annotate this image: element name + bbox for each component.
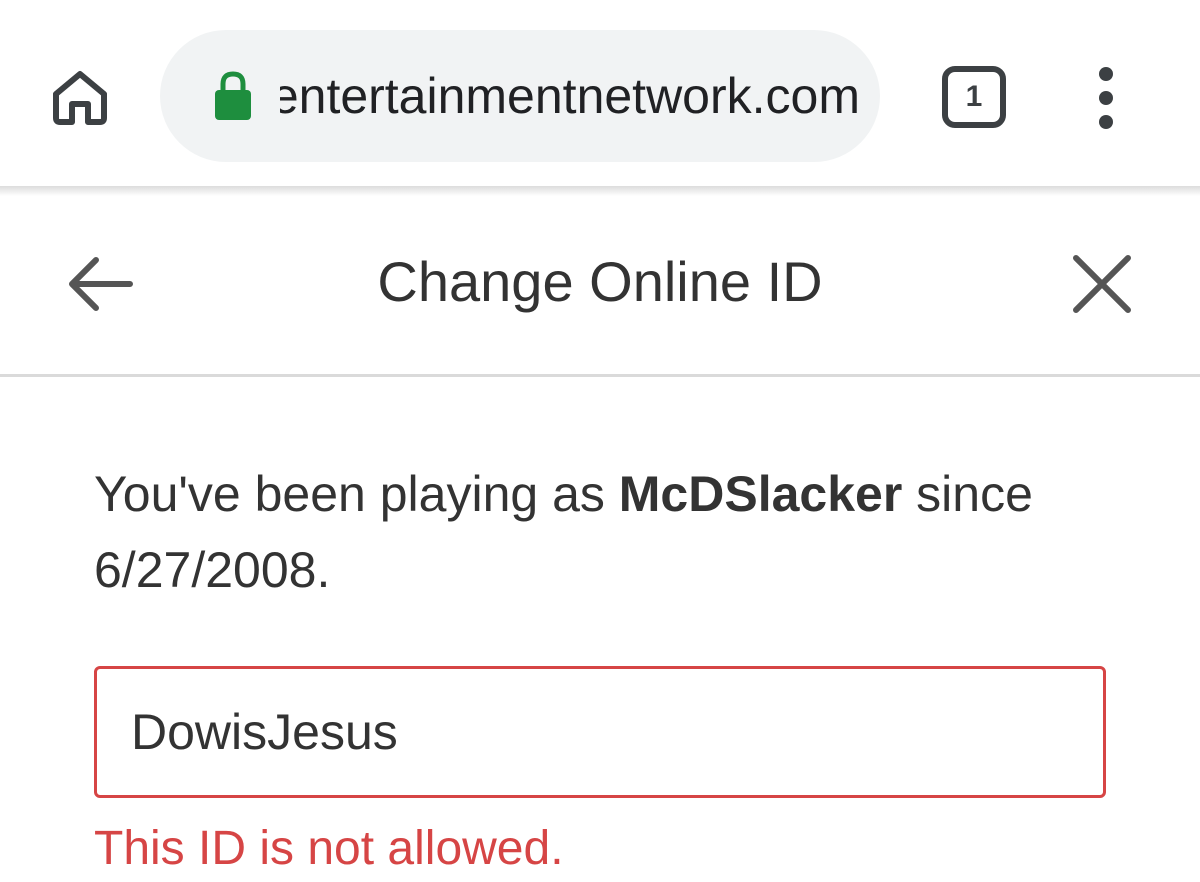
browser-menu-button[interactable] — [1088, 66, 1124, 130]
online-id-input[interactable] — [94, 666, 1106, 798]
since-date: 6/27/2008 — [94, 542, 317, 598]
close-icon — [1073, 255, 1131, 313]
tab-count: 1 — [965, 80, 983, 113]
toolbar-shadow — [0, 186, 1200, 196]
back-button[interactable] — [64, 252, 136, 316]
dialog-header: Change Online ID — [0, 196, 1200, 374]
tab-switcher-button[interactable]: 1 — [942, 66, 1006, 128]
current-online-id: McDSlacker — [618, 466, 903, 522]
more-vert-icon — [1099, 67, 1113, 129]
close-button[interactable] — [1066, 248, 1138, 320]
intro-middle: since — [902, 466, 1033, 522]
intro-suffix: . — [316, 542, 331, 598]
address-bar[interactable]: entertainmentnetwork.com — [160, 30, 880, 162]
home-icon — [53, 71, 107, 125]
home-button[interactable] — [48, 66, 112, 130]
browser-toolbar: entertainmentnetwork.com 1 — [0, 0, 1200, 186]
url-text: entertainmentnetwork.com — [280, 68, 860, 124]
page-title: Change Online ID — [377, 250, 823, 313]
header-divider — [0, 374, 1200, 377]
error-message: This ID is not allowed. — [94, 822, 564, 875]
lock-icon — [215, 71, 251, 120]
arrow-back-icon — [69, 257, 133, 311]
intro-prefix: You've been playing as — [94, 466, 619, 522]
intro-message: You've been playing as McDSlacker since … — [94, 456, 1134, 608]
